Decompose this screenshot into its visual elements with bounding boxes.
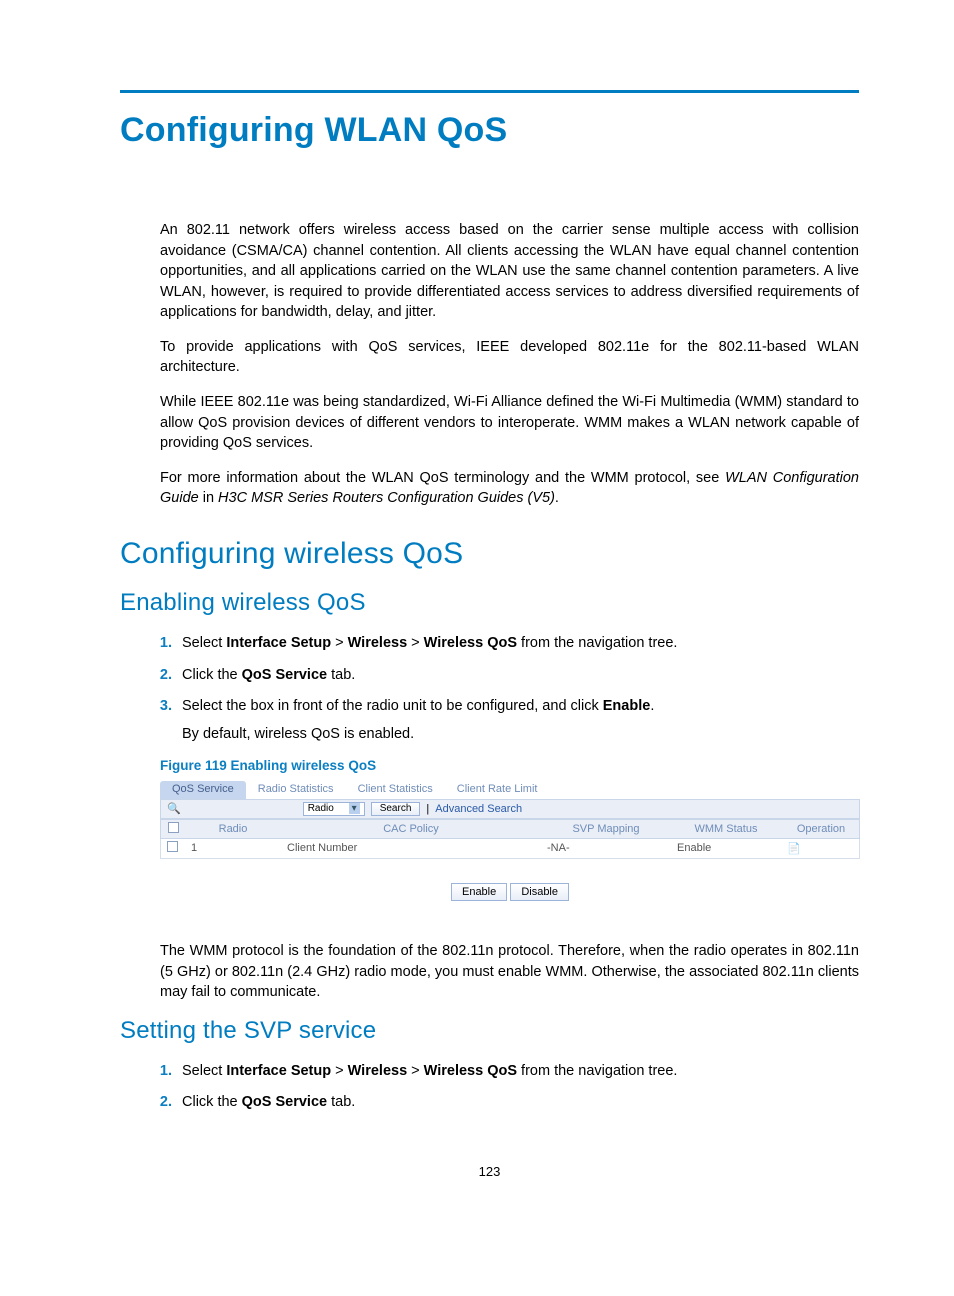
disable-button[interactable]: Disable [510,883,569,901]
enable-button[interactable]: Enable [451,883,507,901]
table-header: Radio CAC Policy SVP Mapping WMM Status … [160,819,860,839]
text: in [199,490,218,506]
page-title: Configuring WLAN QoS [120,111,859,150]
text: Select [182,1063,226,1079]
step-1: Select Interface Setup > Wireless > Wire… [176,1061,859,1083]
text: tab. [327,667,355,683]
text: Click the [182,1094,242,1110]
tab-qos-service[interactable]: QoS Service [160,781,246,799]
table-row: 1 Client Number -NA- Enable 📄 [160,839,860,859]
cell-radio: 1 [185,842,281,854]
nav-interface-setup: Interface Setup [226,1063,331,1079]
tab-client-rate-limit[interactable]: Client Rate Limit [445,781,550,799]
cell-wmm: Enable [671,842,781,854]
col-wmm-status: WMM Status [671,823,781,835]
ref-title-2: H3C MSR Series Routers Configuration Gui… [218,490,555,506]
search-icon: 🔍 [167,802,181,815]
nav-wireless-qos: Wireless QoS [424,635,517,651]
col-check [161,822,185,836]
row-checkbox[interactable] [167,841,178,852]
step-1: Select Interface Setup > Wireless > Wire… [176,633,859,655]
edit-icon[interactable]: 📄 [787,843,801,855]
col-cac-policy: CAC Policy [281,823,541,835]
text: from the navigation tree. [517,1063,677,1079]
subsection-setting-svp: Setting the SVP service [120,1017,859,1045]
cell-operation: 📄 [781,842,861,855]
text: from the navigation tree. [517,635,677,651]
text: > [331,1063,348,1079]
figure-caption: Figure 119 Enabling wireless QoS [160,758,859,773]
nav-wireless: Wireless [348,1063,408,1079]
search-field-select[interactable]: Radio ▾ [303,802,365,816]
tab-qos-service: QoS Service [242,667,327,683]
row-check [161,841,185,855]
step-3: Select the box in front of the radio uni… [176,696,859,746]
select-value: Radio [308,803,334,814]
text: > [407,1063,424,1079]
intro-paragraph-1: An 802.11 network offers wireless access… [160,220,859,323]
step-2: Click the QoS Service tab. [176,1092,859,1114]
cell-cac: Client Number [281,842,541,854]
tab-radio-statistics[interactable]: Radio Statistics [246,781,346,799]
nav-wireless-qos: Wireless QoS [424,1063,517,1079]
intro-paragraph-4: For more information about the WLAN QoS … [160,468,859,509]
post-figure-col: The WMM protocol is the foundation of th… [160,941,859,1003]
screenshot: QoS Service Radio Statistics Client Stat… [160,781,860,901]
step-2: Click the QoS Service tab. [176,665,859,687]
cell-svp: -NA- [541,842,671,854]
text: . [650,698,654,714]
tab-bar: QoS Service Radio Statistics Client Stat… [160,781,860,799]
select-all-checkbox[interactable] [168,822,179,833]
text: Click the [182,667,242,683]
page-number: 123 [120,1164,859,1179]
intro-paragraph-2: To provide applications with QoS service… [160,337,859,378]
page: Configuring WLAN QoS An 802.11 network o… [0,0,954,1239]
post-figure-note: The WMM protocol is the foundation of th… [160,941,859,1003]
col-svp-mapping: SVP Mapping [541,823,671,835]
col-operation: Operation [781,823,861,835]
pipe: | [426,803,429,815]
subsection-enable-wireless-qos: Enabling wireless QoS [120,589,859,617]
tab-qos-service: QoS Service [242,1094,327,1110]
text: Select the box in front of the radio uni… [182,698,603,714]
enable-action: Enable [603,698,651,714]
search-bar: 🔍 Radio ▾ Search | Advanced Search [160,799,860,819]
nav-wireless: Wireless [348,635,408,651]
text: . [555,490,559,506]
body-column: An 802.11 network offers wireless access… [160,220,859,509]
steps-svp: Select Interface Setup > Wireless > Wire… [120,1061,859,1115]
text: tab. [327,1094,355,1110]
text: > [407,635,424,651]
nav-interface-setup: Interface Setup [226,635,331,651]
chevron-down-icon: ▾ [349,803,360,814]
step-3-body: By default, wireless QoS is enabled. [182,724,859,746]
tab-client-statistics[interactable]: Client Statistics [346,781,445,799]
steps-enable: Select Interface Setup > Wireless > Wire… [120,633,859,746]
col-radio: Radio [185,823,281,835]
top-rule [120,90,859,93]
advanced-search-link[interactable]: Advanced Search [435,803,522,815]
text: Select [182,635,226,651]
intro-paragraph-3: While IEEE 802.11e was being standardize… [160,392,859,454]
text: For more information about the WLAN QoS … [160,470,725,486]
section-config-wireless-qos: Configuring wireless QoS [120,537,859,571]
search-button[interactable]: Search [371,802,421,816]
text: > [331,635,348,651]
action-buttons: Enable Disable [160,883,860,901]
